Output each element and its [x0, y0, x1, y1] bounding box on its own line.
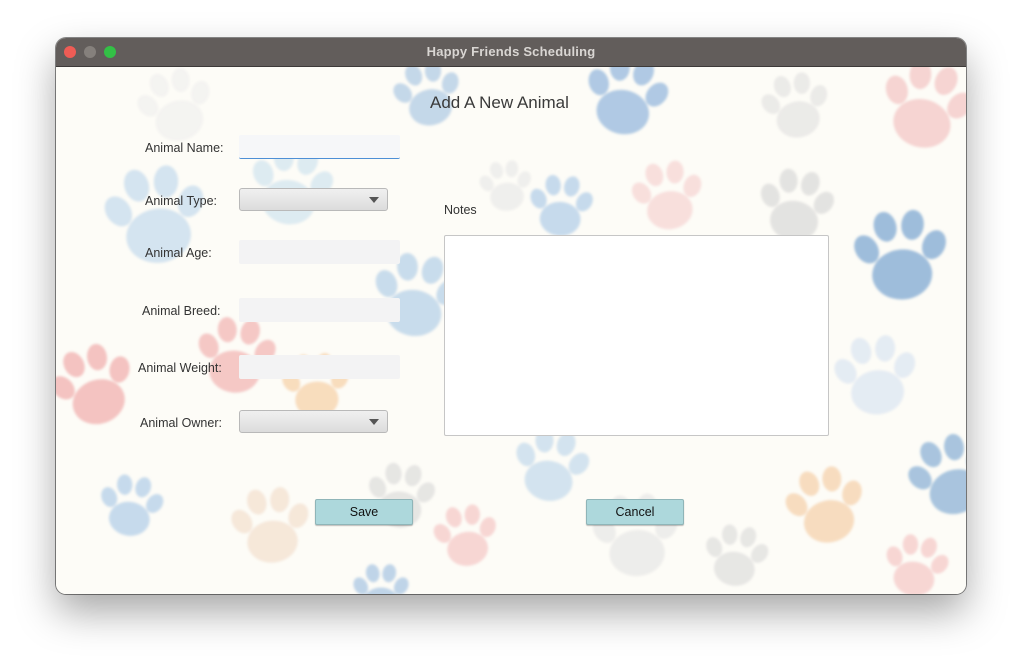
form-heading: Add A New Animal: [430, 93, 569, 112]
paw-decoration: [92, 469, 170, 541]
animal-owner-label: Animal Owner:: [140, 416, 222, 430]
notes-label: Notes: [444, 203, 477, 217]
paw-decoration: [895, 423, 966, 527]
animal-breed-input[interactable]: [239, 298, 400, 322]
paw-decoration: [474, 157, 537, 214]
paw-decoration: [524, 172, 598, 239]
window-title: Happy Friends Scheduling: [426, 44, 596, 59]
paw-decoration: [775, 458, 876, 551]
form-area: Add A New Animal Animal Name: Animal Typ…: [56, 67, 966, 594]
notes-textarea[interactable]: [444, 235, 829, 436]
paw-decoration: [56, 333, 149, 437]
animal-age-label: Animal Age:: [145, 246, 212, 260]
save-button[interactable]: Save: [315, 499, 413, 525]
chevron-down-icon: [369, 197, 379, 203]
chevron-down-icon: [369, 419, 379, 425]
paw-decoration: [754, 67, 838, 144]
paw-decoration: [350, 563, 412, 594]
paw-decoration: [127, 67, 224, 150]
paw-decoration: [427, 499, 505, 571]
animal-type-dropdown[interactable]: [239, 188, 388, 211]
paw-decoration: [847, 205, 955, 303]
paw-decoration: [697, 519, 775, 591]
paw-decoration: [827, 330, 925, 419]
animal-breed-label: Animal Breed:: [142, 304, 221, 318]
paw-decoration: [574, 67, 679, 143]
cancel-button[interactable]: Cancel: [586, 499, 684, 525]
paw-decoration: [751, 163, 842, 247]
animal-age-input[interactable]: [239, 240, 400, 264]
animal-name-input[interactable]: [239, 135, 400, 159]
animal-weight-input[interactable]: [239, 355, 400, 379]
paw-decoration: [877, 528, 956, 594]
app-window: Happy Friends Scheduling Add A New Anima…: [56, 38, 966, 594]
animal-type-label: Animal Type:: [145, 194, 218, 208]
paw-decoration: [868, 67, 966, 159]
animal-weight-label: Animal Weight:: [138, 361, 222, 375]
animal-name-label: Animal Name:: [145, 141, 224, 155]
paw-decoration: [624, 155, 711, 235]
animal-owner-dropdown[interactable]: [239, 410, 388, 433]
title-bar[interactable]: Happy Friends Scheduling: [56, 38, 966, 67]
paw-decoration: [224, 482, 318, 567]
